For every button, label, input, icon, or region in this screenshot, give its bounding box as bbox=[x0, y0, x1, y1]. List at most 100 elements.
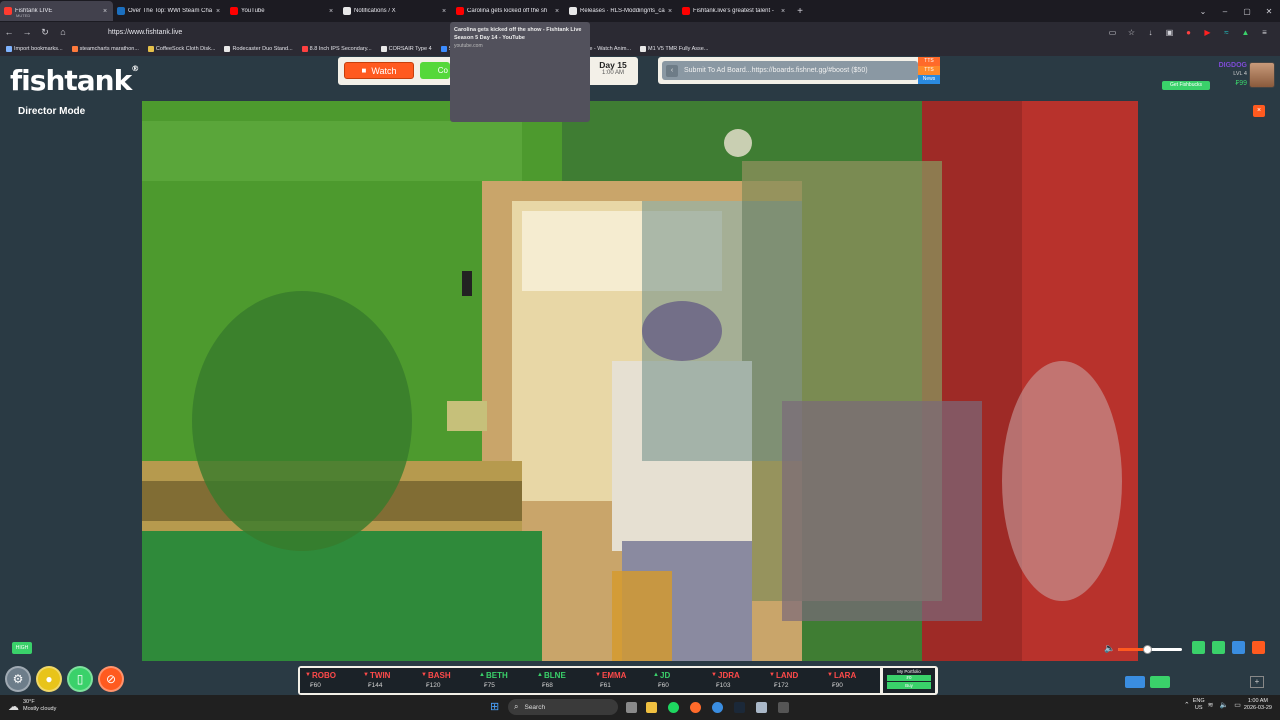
extension-teal-icon[interactable]: ≈ bbox=[1217, 28, 1236, 37]
ad-tag-tts-2[interactable]: TTS bbox=[918, 66, 940, 75]
battery-icon[interactable]: ▭ bbox=[1234, 701, 1241, 709]
steam-icon[interactable] bbox=[734, 702, 745, 713]
contestant-emma[interactable]: ▼ EMMA ₣61 bbox=[590, 668, 648, 693]
bookmark-star-icon[interactable]: ☆ bbox=[1122, 28, 1141, 37]
contestant-twin[interactable]: ▼ TWIN ₣144 bbox=[358, 668, 416, 693]
language-indicator[interactable]: ENG US bbox=[1193, 698, 1205, 712]
contestant-robo[interactable]: ▼ ROBO ₣60 bbox=[300, 668, 358, 693]
get-fishbucks-button[interactable]: Get Fishbucks bbox=[1162, 81, 1210, 90]
fishtank-logo[interactable]: fishtank® bbox=[10, 64, 139, 97]
tab-close-icon[interactable]: × bbox=[327, 8, 335, 15]
close-stream-button[interactable]: × bbox=[1253, 105, 1265, 117]
taskbar-search[interactable]: ⌕ Search bbox=[508, 699, 618, 715]
video-feed[interactable] bbox=[142, 101, 1138, 661]
expand-icon[interactable] bbox=[1150, 676, 1170, 688]
home-icon[interactable]: ⌂ bbox=[54, 27, 72, 37]
tab-title: Releases · RLS-Modding/rls_ca bbox=[580, 8, 665, 14]
close-window-icon[interactable]: ✕ bbox=[1258, 7, 1280, 16]
extensions-icon[interactable]: ▣ bbox=[1160, 28, 1179, 37]
browser-tab[interactable]: Notifications / X × bbox=[339, 1, 452, 21]
volume-slider[interactable] bbox=[1118, 645, 1182, 654]
tab-close-icon[interactable]: × bbox=[101, 8, 109, 15]
spotify-icon[interactable] bbox=[668, 702, 679, 713]
coin-icon[interactable]: ● bbox=[36, 666, 62, 692]
pip-icon[interactable] bbox=[1192, 641, 1205, 654]
volume-knob[interactable] bbox=[1142, 645, 1152, 654]
ad-tag-tts[interactable]: TTS bbox=[918, 57, 940, 66]
tab-close-icon[interactable]: × bbox=[214, 8, 222, 15]
fullscreen-icon[interactable] bbox=[1252, 641, 1265, 654]
settings-icon[interactable] bbox=[756, 702, 767, 713]
settings-gear-icon[interactable]: ⚙ bbox=[5, 666, 31, 692]
browser-tab[interactable]: Releases · RLS-Modding/rls_ca × bbox=[565, 1, 678, 21]
bookmark-item[interactable]: CoffeeSock Cloth Disk... bbox=[147, 46, 215, 52]
contestant-blne[interactable]: ▲ BLNE ₣68 bbox=[532, 668, 590, 693]
file-explorer-icon[interactable] bbox=[646, 702, 657, 713]
bookmark-item[interactable]: 8.8 Inch IPS Secondary... bbox=[301, 46, 372, 52]
tab-close-icon[interactable]: × bbox=[779, 8, 787, 15]
firefox-icon[interactable] bbox=[690, 702, 701, 713]
tab-close-icon[interactable]: × bbox=[553, 8, 561, 15]
screenshot-icon[interactable]: ▭ bbox=[1103, 28, 1122, 37]
plus-icon[interactable]: + bbox=[1250, 676, 1264, 688]
contestant-jdra[interactable]: ▼ JDRA ₣103 bbox=[706, 668, 764, 693]
portfolio-buy-button[interactable]: Buy bbox=[887, 682, 931, 689]
ad-back-icon[interactable]: ‹ bbox=[666, 64, 678, 77]
task-view-icon[interactable] bbox=[626, 702, 637, 713]
volume-icon[interactable]: 🔈 bbox=[1104, 643, 1115, 654]
phone-icon[interactable]: ▯ bbox=[67, 666, 93, 692]
url-bar[interactable]: https://www.fishtank.live bbox=[108, 29, 1103, 36]
watch-button[interactable]: ■ Watch bbox=[344, 62, 414, 79]
contestant-land[interactable]: ▼ LAND ₣172 bbox=[764, 668, 822, 693]
chat-icon[interactable] bbox=[1125, 676, 1145, 688]
calculator-icon[interactable] bbox=[778, 702, 789, 713]
contestant-bash[interactable]: ▼ BASH ₣120 bbox=[416, 668, 474, 693]
bookmark-item[interactable]: steamcharts marathon... bbox=[71, 46, 139, 52]
bookmark-item[interactable]: CORSAIR Type 4 bbox=[380, 46, 432, 52]
bookmark-item[interactable]: Import bookmarks... bbox=[6, 46, 63, 52]
tab-list-icon[interactable]: ⌄ bbox=[1192, 7, 1214, 16]
wifi-icon[interactable]: ≋ bbox=[1208, 701, 1214, 709]
ad-tag-news[interactable]: News bbox=[918, 75, 940, 84]
tab-close-icon[interactable]: × bbox=[440, 8, 448, 15]
browser-tab[interactable]: Over The Top: WWI Steam Cha × bbox=[113, 1, 226, 21]
edge-icon[interactable] bbox=[712, 702, 723, 713]
contestant-lara[interactable]: ▼ LARA ₣90 bbox=[822, 668, 880, 693]
downloads-icon[interactable]: ↓ bbox=[1141, 28, 1160, 37]
extension-green-icon[interactable]: ▲ bbox=[1236, 28, 1255, 37]
forward-icon[interactable]: → bbox=[18, 27, 36, 37]
theater-icon[interactable] bbox=[1212, 641, 1225, 654]
contestant-cells: ▼ ROBO ₣60 ▼ TWIN ₣144 ▼ BASH ₣120 ▲ BETH ₣75 ▲ BLNE ₣… bbox=[300, 668, 880, 693]
reload-icon[interactable]: ↻ bbox=[36, 27, 54, 38]
quality-badge[interactable]: HIGH bbox=[12, 642, 32, 654]
minimize-icon[interactable]: – bbox=[1214, 7, 1236, 16]
co-button[interactable]: Co bbox=[420, 62, 450, 79]
bookmark-item[interactable]: Rodecaster Duo Stand... bbox=[224, 46, 293, 52]
windows-start-icon[interactable]: ⊞ bbox=[490, 701, 502, 713]
contestant-jd[interactable]: ▲ JD ₣60 bbox=[648, 668, 706, 693]
browser-tab[interactable]: Carolina gets kicked off the sh × bbox=[452, 1, 565, 21]
browser-tab[interactable]: Fishtank.live's greatest talent - × bbox=[678, 1, 791, 21]
tab-close-icon[interactable]: × bbox=[666, 8, 674, 15]
extension-youtube-icon[interactable]: ▶ bbox=[1198, 28, 1217, 37]
clock[interactable]: 1:00 AM 2026-03-29 bbox=[1244, 698, 1272, 712]
maximize-icon[interactable]: ▢ bbox=[1236, 7, 1258, 16]
contestant-name: JD bbox=[660, 671, 671, 680]
speaker-icon[interactable]: 🔈 bbox=[1220, 701, 1229, 709]
browser-tab[interactable]: YouTube × bbox=[226, 1, 339, 21]
no-entry-icon[interactable]: ⊘ bbox=[98, 666, 124, 692]
avatar[interactable] bbox=[1249, 62, 1275, 88]
username[interactable]: DIGDOG bbox=[1219, 62, 1247, 69]
browser-tab[interactable]: Fishtank LIVE MUTED × bbox=[0, 1, 113, 21]
bookmark-item[interactable]: M1 V5 TMR Fully Asse... bbox=[640, 46, 708, 52]
weather-widget[interactable]: ☁ 30°F Mostly cloudy bbox=[8, 699, 56, 713]
ad-board-input[interactable]: ‹ Submit To Ad Board...https://boards.fi… bbox=[662, 61, 918, 80]
back-icon[interactable]: ← bbox=[0, 27, 18, 37]
contestant-beth[interactable]: ▲ BETH ₣75 bbox=[474, 668, 532, 693]
new-tab-button[interactable]: + bbox=[793, 6, 807, 17]
grid-icon[interactable] bbox=[1232, 641, 1245, 654]
bookmark-favicon-icon bbox=[224, 46, 231, 52]
extension-red-icon[interactable]: ● bbox=[1179, 28, 1198, 37]
tray-chevron-icon[interactable]: ⌃ bbox=[1184, 701, 1190, 709]
menu-icon[interactable]: ≡ bbox=[1255, 28, 1274, 37]
